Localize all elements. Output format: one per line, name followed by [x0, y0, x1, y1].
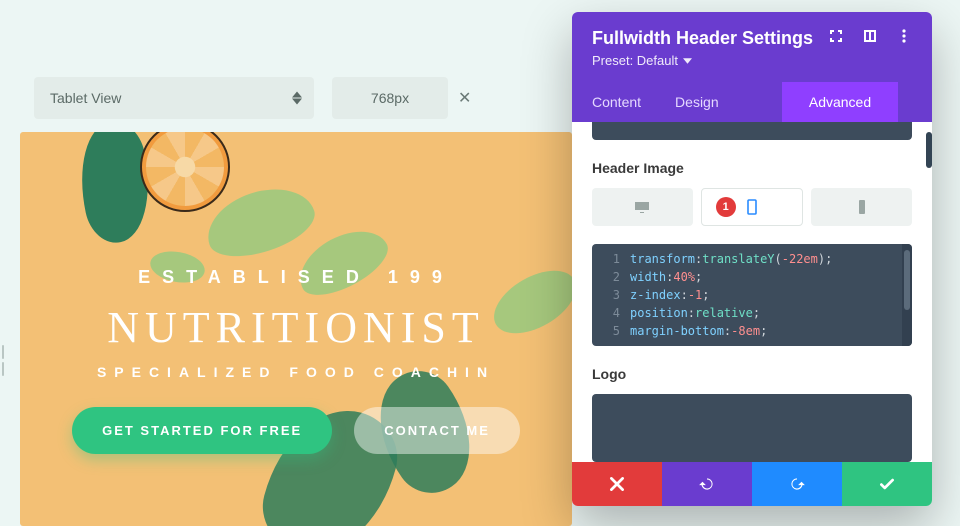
viewport-width-value: 768px [371, 90, 409, 106]
more-vertical-icon[interactable] [896, 28, 912, 49]
preview-canvas: ESTABLISED 199 NUTRITIONIST SPECIALIZED … [20, 132, 572, 526]
panel-scrollbar[interactable] [926, 132, 932, 332]
columns-icon[interactable] [862, 28, 878, 49]
device-phone-tab[interactable] [811, 188, 912, 226]
logo-code-editor[interactable] [592, 394, 912, 462]
view-selector-label: Tablet View [50, 90, 121, 106]
hero-title: NUTRITIONIST [20, 302, 572, 353]
code-scrollbar[interactable] [902, 244, 912, 346]
view-selector[interactable]: Tablet View [34, 77, 314, 119]
collapsed-code-block[interactable] [592, 122, 912, 140]
preset-label: Preset: Default [592, 53, 678, 68]
cta-contact-button[interactable]: CONTACT ME [354, 407, 520, 454]
cta-get-started-button[interactable]: GET STARTED FOR FREE [72, 407, 332, 454]
device-tablet-tab[interactable]: 1 [701, 188, 804, 226]
tab-design[interactable]: Design [675, 82, 719, 122]
phone-icon [854, 199, 870, 215]
settings-panel: Fullwidth Header Settings Preset: Defaul… [572, 12, 932, 506]
tab-advanced[interactable]: Advanced [782, 82, 898, 122]
undo-icon [698, 475, 716, 493]
close-icon[interactable]: ✕ [458, 88, 471, 108]
section-header-image: Header Image [592, 160, 912, 176]
check-icon [878, 475, 896, 493]
orange-illustration [140, 132, 230, 212]
tablet-icon [744, 199, 760, 215]
css-code-editor[interactable]: 1transform:translateY(-22em); 2width:40%… [592, 244, 912, 346]
device-desktop-tab[interactable] [592, 188, 693, 226]
viewport-width-input[interactable]: 768px [332, 77, 448, 119]
undo-button[interactable] [662, 462, 752, 506]
badge-count: 1 [716, 197, 736, 217]
redo-button[interactable] [752, 462, 842, 506]
established-text: ESTABLISED 199 [20, 267, 572, 288]
chevron-down-icon [683, 58, 692, 64]
fullscreen-icon[interactable] [828, 28, 844, 49]
chevron-up-down-icon [292, 92, 302, 105]
close-icon [608, 475, 626, 493]
cancel-button[interactable] [572, 462, 662, 506]
desktop-icon [634, 199, 650, 215]
save-button[interactable] [842, 462, 932, 506]
resize-handle[interactable] [2, 345, 4, 376]
panel-title: Fullwidth Header Settings [592, 28, 813, 49]
hero-subtitle: SPECIALIZED FOOD COACHIN [20, 364, 572, 380]
tab-content[interactable]: Content [592, 82, 641, 122]
preset-dropdown[interactable]: Preset: Default [592, 53, 813, 68]
redo-icon [788, 475, 806, 493]
section-logo: Logo [592, 366, 912, 382]
